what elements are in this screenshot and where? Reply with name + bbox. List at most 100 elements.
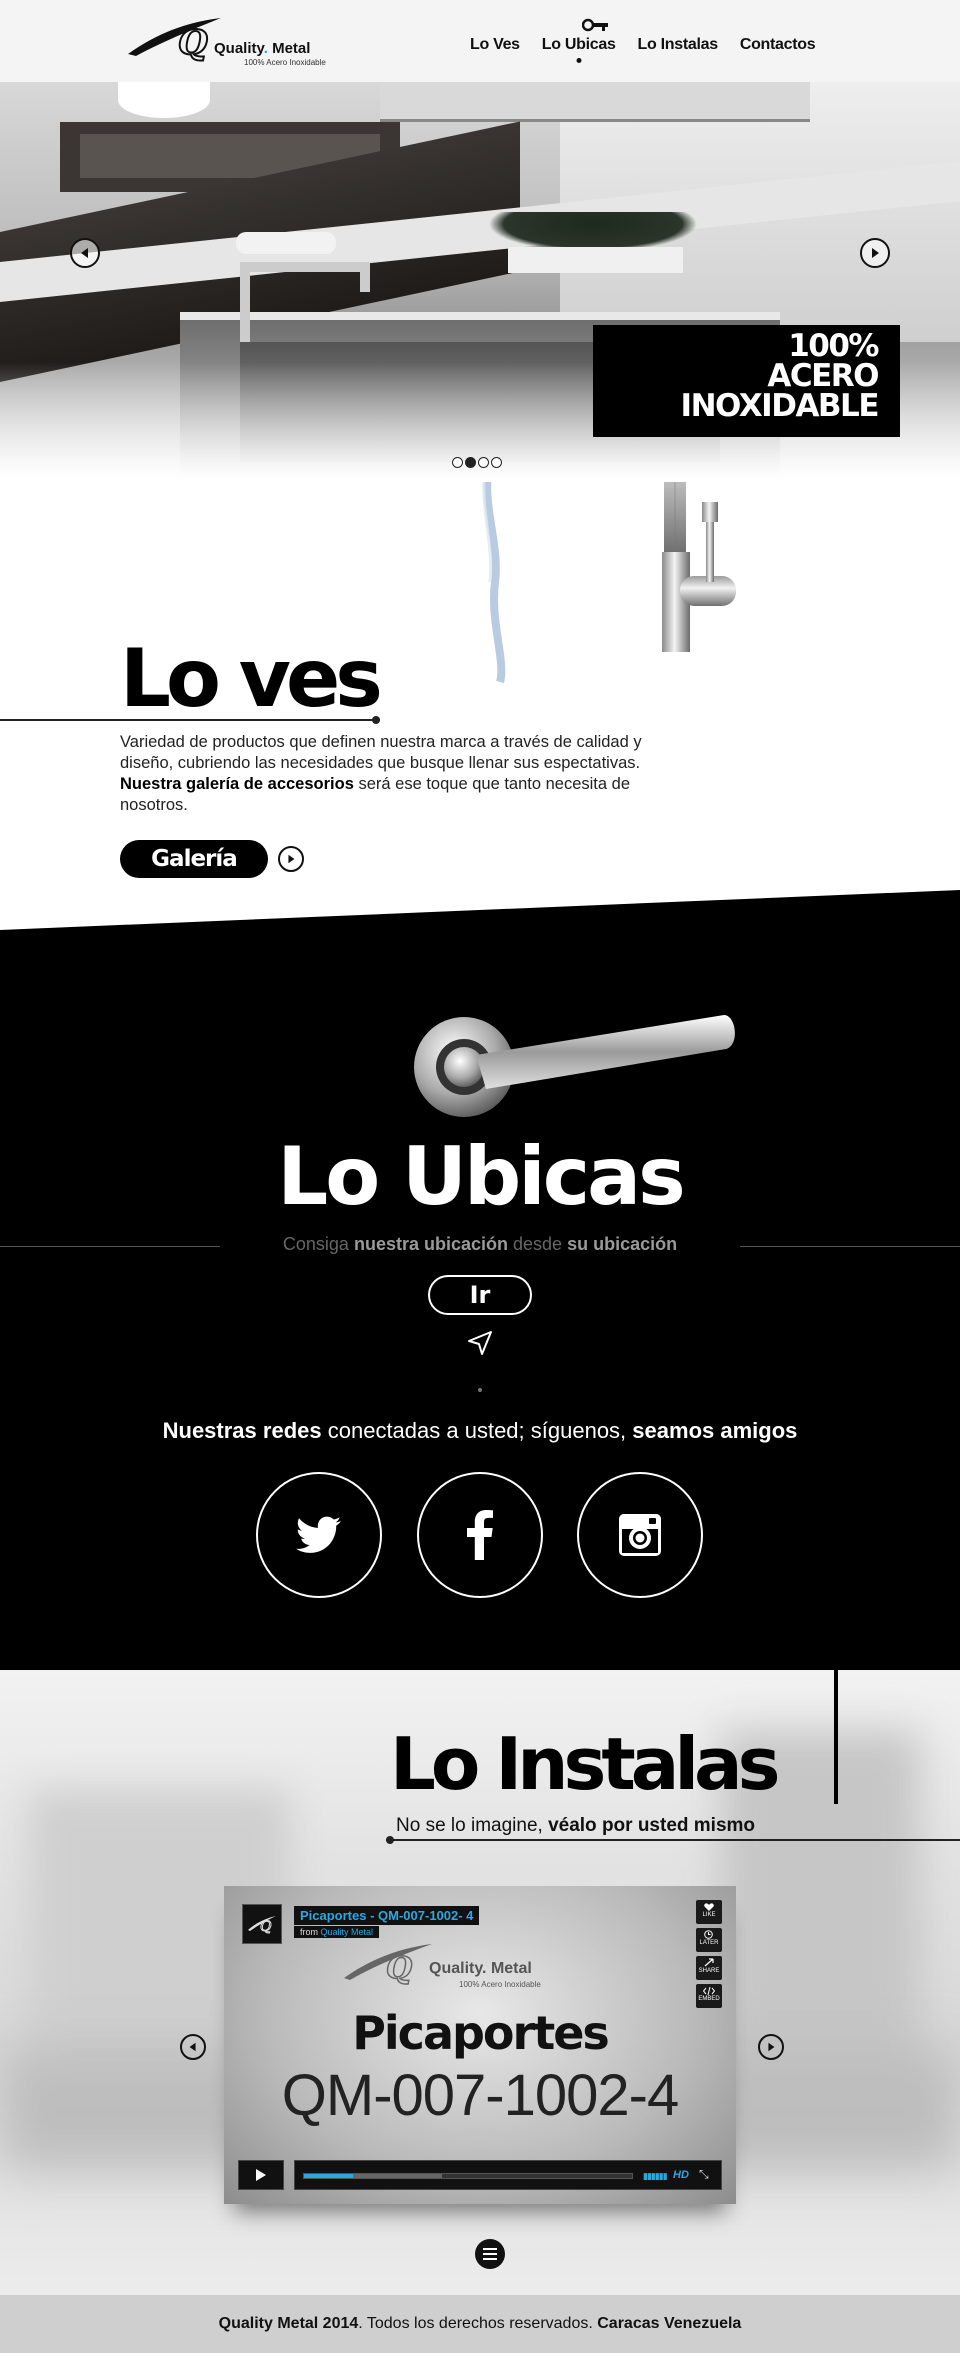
footer-brand: Quality Metal 2014 bbox=[218, 2315, 359, 2332]
hero-towel bbox=[236, 232, 336, 254]
twitter-button[interactable] bbox=[256, 1472, 382, 1598]
lo-ves-title: Lo ves bbox=[120, 632, 383, 725]
triangle-left-icon bbox=[189, 2042, 196, 2052]
main-menu: Lo Ves Lo Ubicas Lo Instalas Contactos bbox=[470, 36, 816, 54]
volume-icon[interactable]: ▮▮▮▮▮▮ bbox=[643, 2171, 668, 2182]
share-icon bbox=[704, 1958, 714, 1967]
hero-faucet bbox=[240, 262, 250, 342]
video-brand-dot: . bbox=[482, 1960, 487, 1977]
slider-dots bbox=[452, 457, 502, 468]
video-title[interactable]: Picaportes - QM-007-1002- 4 bbox=[294, 1906, 480, 1925]
video-later-button[interactable]: LATER bbox=[696, 1928, 722, 1952]
triangle-right-icon bbox=[768, 2042, 775, 2052]
facebook-icon bbox=[467, 1510, 493, 1560]
nav-contactos[interactable]: Contactos bbox=[740, 36, 816, 54]
instalas-sub-bold: véalo por usted mismo bbox=[548, 1815, 756, 1836]
instagram-icon bbox=[619, 1514, 661, 1556]
ubicas-dot bbox=[478, 1388, 482, 1392]
ir-button[interactable]: Ir bbox=[428, 1275, 532, 1315]
lo-instalas-title: Lo Instalas bbox=[390, 1722, 780, 1806]
ubicas-sub-1: Consiga bbox=[282, 1234, 349, 1254]
video-brand-name: Quality bbox=[429, 1960, 483, 1977]
badge-line-2: ACERO bbox=[767, 358, 879, 394]
video-hd-toggle[interactable]: HD bbox=[673, 2169, 689, 2181]
ubicas-sub-bold-2: su ubicación bbox=[567, 1234, 678, 1254]
video-play-button[interactable] bbox=[238, 2160, 284, 2190]
video-later-label: LATER bbox=[699, 1940, 719, 1946]
social-text-bold-2: seamos amigos bbox=[632, 1418, 798, 1443]
slider-dot[interactable] bbox=[465, 457, 476, 468]
facebook-button[interactable] bbox=[417, 1472, 543, 1598]
social-text-1: conectadas a usted; síguenos, bbox=[327, 1418, 627, 1443]
lo-instalas-subtitle: No se lo imagine, véalo por usted mismo bbox=[396, 1815, 755, 1837]
hero-badge: 100% ACERO INOXIDABLE bbox=[593, 325, 900, 437]
hero-plant bbox=[488, 212, 698, 252]
slider-dot[interactable] bbox=[491, 457, 502, 468]
svg-text:Q: Q bbox=[178, 23, 208, 63]
top-navigation: Q Quality. Metal 100% Acero Inoxidable L… bbox=[0, 0, 960, 82]
video-embed-button[interactable]: EMBED bbox=[696, 1984, 722, 2008]
video-like-label: LIKE bbox=[702, 1912, 716, 1918]
quality-metal-logo[interactable]: Q Quality. Metal 100% Acero Inoxidable bbox=[126, 14, 326, 70]
video-from-label: from bbox=[300, 1927, 318, 1937]
video-heading: Picaportes bbox=[352, 2006, 610, 2060]
footer-location: Caracas Venezuela bbox=[597, 2315, 742, 2332]
video-brand-name-2: Metal bbox=[490, 1960, 532, 1977]
lo-ubicas-title: Lo Ubicas bbox=[277, 1130, 685, 1223]
video-share-button[interactable]: SHARE bbox=[696, 1956, 722, 1980]
hero-planter bbox=[508, 247, 683, 273]
instalas-divider bbox=[386, 1836, 960, 1844]
nav-lo-ubicas[interactable]: Lo Ubicas bbox=[542, 36, 616, 54]
instalas-vertical-line bbox=[834, 1670, 838, 1804]
social-text: Nuestras redes conectadas a usted; sígue… bbox=[0, 1418, 960, 1444]
heart-icon bbox=[704, 1903, 714, 1911]
video-controls: ▮▮▮▮▮▮ HD ⤡ bbox=[238, 2160, 722, 2190]
slider-next-button[interactable] bbox=[860, 238, 890, 268]
faucet-illustration bbox=[482, 482, 736, 684]
svg-text:Q: Q bbox=[386, 1951, 412, 1986]
slider-dot[interactable] bbox=[452, 457, 463, 468]
lo-ubicas-subtitle: Consiga nuestra ubicación desde su ubica… bbox=[0, 1234, 960, 1255]
slider-dot[interactable] bbox=[478, 457, 489, 468]
hero-mirror bbox=[380, 82, 810, 122]
video-channel-thumbnail[interactable]: Q bbox=[242, 1904, 282, 1944]
nav-lo-instalas[interactable]: Lo Instalas bbox=[638, 36, 719, 54]
hero-sink-bowl bbox=[118, 82, 210, 118]
video-brand-logo: Q Quality. Metal 100% Acero Inoxidable bbox=[324, 1938, 644, 1994]
triangle-right-icon bbox=[872, 248, 879, 258]
play-icon bbox=[256, 2169, 266, 2181]
video-embed-label: EMBED bbox=[698, 1996, 720, 2002]
badge-line-1: 100% bbox=[788, 328, 879, 364]
video-next-button[interactable] bbox=[758, 2034, 784, 2060]
nav-lo-ves[interactable]: Lo Ves bbox=[470, 36, 520, 54]
menu-line-icon bbox=[483, 2258, 497, 2260]
video-share-label: SHARE bbox=[698, 1968, 720, 1974]
video-from-channel[interactable]: Quality Metal bbox=[321, 1927, 374, 1937]
instagram-button[interactable] bbox=[577, 1472, 703, 1598]
badge-line-3: INOXIDABLE bbox=[680, 388, 880, 424]
video-progress-fill bbox=[304, 2174, 354, 2178]
video-prev-button[interactable] bbox=[180, 2034, 206, 2060]
clock-icon bbox=[704, 1930, 713, 1939]
triangle-right-icon bbox=[288, 854, 295, 864]
triangle-left-icon bbox=[81, 248, 88, 258]
svg-text:Q: Q bbox=[260, 1919, 272, 1934]
slider-prev-button[interactable] bbox=[70, 238, 100, 268]
galeria-arrow-button[interactable] bbox=[278, 846, 304, 872]
logo-swoosh-icon: Q bbox=[248, 1916, 276, 1934]
video-brand-tagline: 100% Acero Inoxidable bbox=[459, 1980, 541, 1989]
hamburger-menu-button[interactable] bbox=[475, 2239, 505, 2269]
code-icon bbox=[703, 1987, 715, 1995]
video-player[interactable]: Q Picaportes - QM-007-1002- 4 from Quali… bbox=[224, 1886, 736, 2204]
fullscreen-icon[interactable]: ⤡ bbox=[699, 2167, 709, 2182]
navigation-arrow-icon[interactable] bbox=[465, 1328, 495, 1358]
logo-swoosh-icon: Q bbox=[344, 1944, 432, 1987]
video-like-button[interactable]: LIKE bbox=[696, 1900, 722, 1924]
key-icon bbox=[582, 18, 608, 32]
brand-tagline: 100% Acero Inoxidable bbox=[244, 58, 326, 67]
footer-rights: . Todos los derechos reservados. bbox=[358, 2315, 593, 2332]
video-seek-bar[interactable] bbox=[303, 2173, 633, 2179]
logo-swoosh-icon: Q bbox=[128, 18, 221, 64]
galeria-button[interactable]: Galería bbox=[120, 840, 268, 878]
lo-ves-divider bbox=[0, 716, 380, 724]
